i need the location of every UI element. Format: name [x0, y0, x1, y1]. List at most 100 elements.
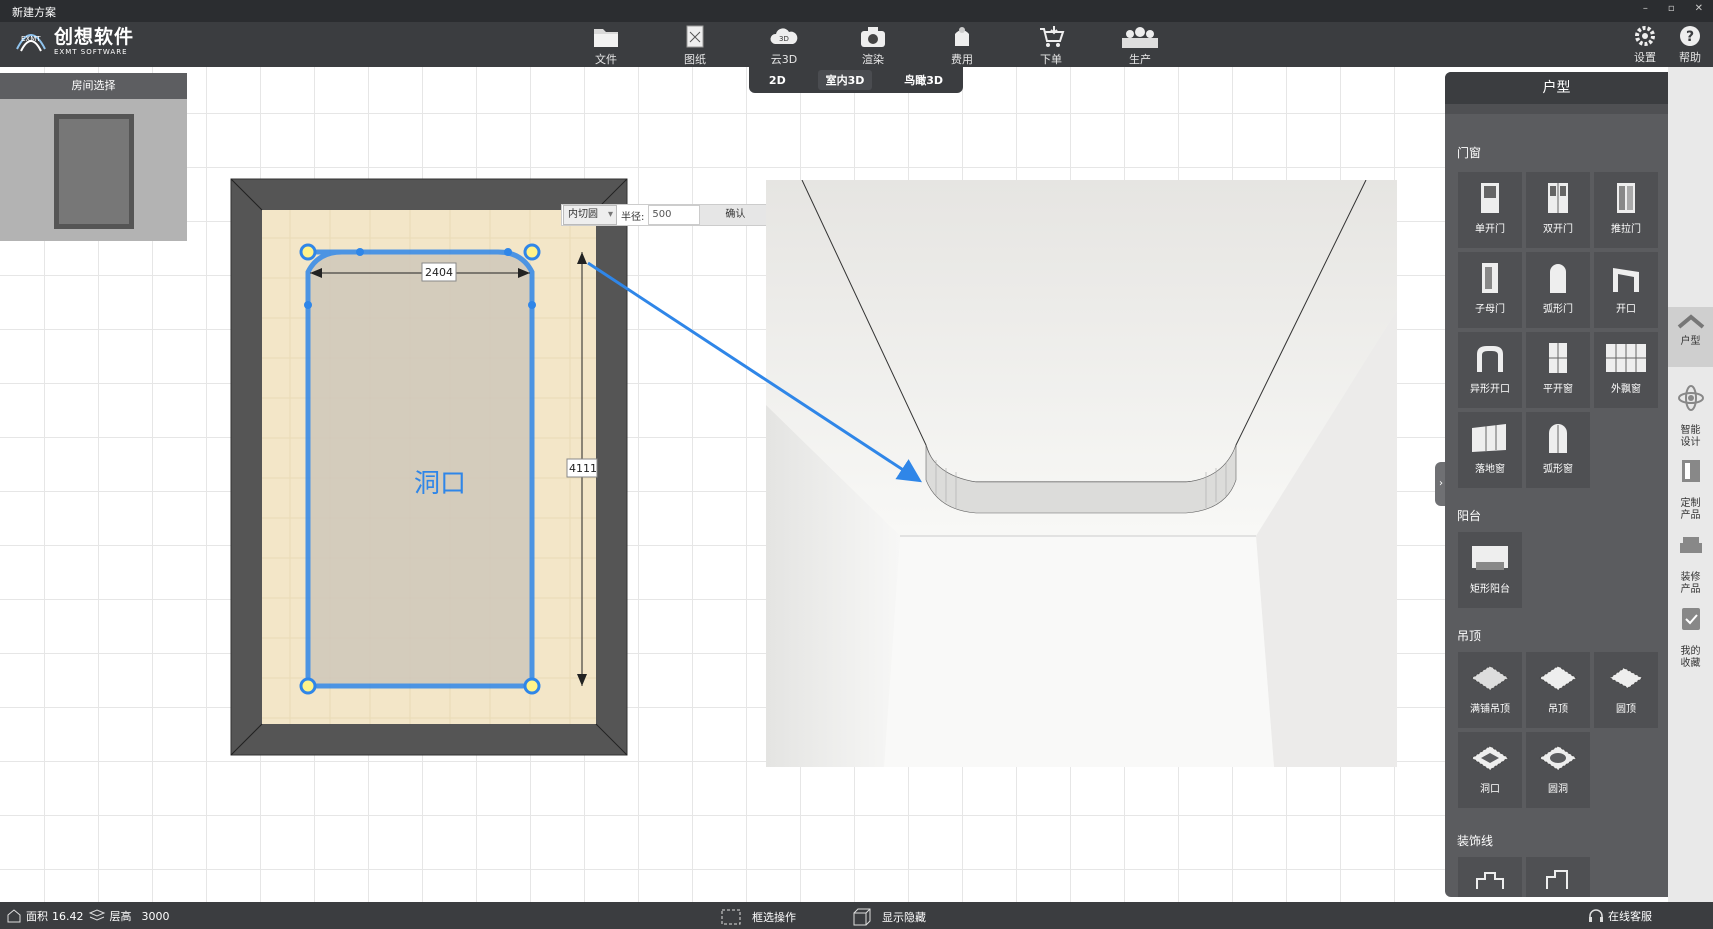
sidebar-item-favorites[interactable]: 我的 收藏 — [1668, 593, 1713, 670]
item-full-ceiling[interactable]: 满铺吊顶 — [1458, 652, 1522, 728]
title-bar: 新建方案 – ▫ ✕ — [0, 0, 1713, 22]
item-molding[interactable] — [1526, 857, 1590, 897]
edge-handle[interactable] — [304, 301, 312, 309]
item-rect-balcony[interactable]: 矩形阳台 — [1458, 532, 1522, 608]
molding-icon — [1476, 872, 1504, 889]
corner-handle[interactable] — [523, 677, 541, 695]
panel-title: 户型 — [1445, 72, 1668, 104]
item-bay-window[interactable]: 外飘窗 — [1594, 332, 1658, 408]
edge-handle[interactable] — [356, 248, 364, 256]
shaped-opening-icon — [1477, 346, 1503, 372]
corner-handle[interactable] — [299, 243, 317, 261]
section-balcony: 阳台 — [1457, 509, 1482, 523]
toolbar-produce-button[interactable]: 生产 — [1112, 24, 1168, 67]
sidebar-item-floorplan[interactable]: 户型 — [1668, 307, 1713, 367]
corner-shape-value: 内切圆 — [568, 209, 598, 220]
toolbar-label: 生产 — [1129, 53, 1151, 66]
box-select-label: 框选操作 — [752, 911, 796, 924]
opening-icon — [1613, 268, 1639, 292]
chevron-down-icon: ▾ — [607, 209, 613, 220]
interior-3d-view[interactable] — [766, 180, 1397, 767]
minimize-button[interactable]: – — [1643, 3, 1648, 14]
casement-window-icon — [1549, 343, 1567, 373]
catalog-panel: 户型 门窗 单开门 双开门 推拉门 子母门 弧形门 开口 异形开口 平开窗 外飘… — [1445, 72, 1668, 897]
online-support-button[interactable]: 在线客服 — [1588, 908, 1652, 924]
show-hide-button[interactable]: 显示隐藏 — [850, 908, 926, 926]
item-arch-window[interactable]: 弧形窗 — [1526, 412, 1590, 488]
floor-plan[interactable]: 2404 4111 洞口 — [230, 178, 636, 760]
ceiling-icon — [1539, 665, 1577, 691]
sidebar-item-custom-products[interactable]: 定制 产品 — [1668, 445, 1713, 522]
item-shaped-opening[interactable]: 异形开口 — [1458, 332, 1522, 408]
layers-icon — [88, 909, 105, 921]
maximize-button[interactable]: ▫ — [1668, 3, 1675, 14]
item-single-door[interactable]: 单开门 — [1458, 172, 1522, 248]
money-icon — [955, 27, 969, 46]
toolbar-file-button[interactable]: 文件 — [578, 24, 634, 67]
toolbar-label: 下单 — [1040, 53, 1062, 66]
item-opening[interactable]: 开口 — [1594, 252, 1658, 328]
toolbar-label: 文件 — [595, 53, 617, 66]
cabinet-icon — [1681, 460, 1700, 482]
close-button[interactable]: ✕ — [1695, 3, 1703, 14]
sofa-icon — [1679, 537, 1702, 553]
item-mother-son-door[interactable]: 子母门 — [1458, 252, 1522, 328]
corner-shape-select[interactable]: 内切圆 ▾ — [563, 205, 617, 225]
corner-tool-popup: 内切圆 ▾ 半径: 500 确认 — [561, 204, 772, 226]
sidebar-item-decor-products[interactable]: 装修 产品 — [1668, 519, 1713, 596]
logo-text: 创想软件 — [54, 26, 135, 48]
help-button[interactable]: ? 帮助 — [1662, 24, 1713, 65]
item-ceiling[interactable]: 吊顶 — [1526, 652, 1590, 728]
section-molding: 装饰线 — [1457, 834, 1494, 848]
toolbar-order-button[interactable]: 下单 — [1023, 24, 1079, 67]
item-round-opening[interactable]: 圆洞 — [1526, 732, 1590, 808]
arch-door-icon — [1550, 264, 1566, 293]
item-sliding-door[interactable]: 推拉门 — [1594, 172, 1658, 248]
item-ceiling-opening[interactable]: 洞口 — [1458, 732, 1522, 808]
height-label: 层高 — [109, 910, 132, 923]
room-thumbnail[interactable] — [54, 114, 134, 229]
svg-text:3D: 3D — [779, 35, 789, 43]
help-label: 帮助 — [1679, 51, 1701, 64]
area-label: 面积 — [26, 910, 48, 923]
room-selector: 房间选择 — [0, 73, 187, 241]
edge-handle[interactable] — [528, 301, 536, 309]
tab-aerial-3d[interactable]: 鸟瞰3D — [896, 70, 951, 90]
house-icon — [1677, 314, 1704, 329]
box-select-button[interactable]: 框选操作 — [720, 908, 796, 926]
box-select-icon — [721, 909, 741, 925]
item-casement-window[interactable]: 平开窗 — [1526, 332, 1590, 408]
gear-icon — [1635, 26, 1655, 46]
toolbar-cost-button[interactable]: 费用 — [934, 24, 990, 67]
main-toolbar: EXMT 创想软件 EXMT SOFTWARE 文件 图纸 3D 云3D 渲染 费… — [0, 22, 1713, 67]
edge-handle[interactable] — [504, 248, 512, 256]
settings-label: 设置 — [1634, 51, 1656, 64]
round-opening-icon — [1539, 745, 1577, 771]
logo-icon: EXMT — [16, 34, 46, 52]
item-molding[interactable] — [1458, 857, 1522, 897]
sidebar-item-smart-design[interactable]: 智能 设计 — [1668, 372, 1713, 449]
bay-window-icon — [1606, 344, 1646, 372]
help-icon: ? — [1680, 26, 1700, 46]
double-door-icon — [1548, 183, 1568, 213]
favorites-icon — [1681, 608, 1700, 630]
confirm-button[interactable]: 确认 — [700, 205, 771, 225]
right-sidebar: 户型 智能 设计 定制 产品 装修 产品 我的 收藏 — [1668, 67, 1713, 902]
corner-handle[interactable] — [299, 677, 317, 695]
tab-interior-3d[interactable]: 室内3D — [817, 70, 873, 90]
item-arch-door[interactable]: 弧形门 — [1526, 252, 1590, 328]
radius-input[interactable]: 500 — [648, 205, 701, 225]
toolbar-drawing-button[interactable]: 图纸 — [667, 24, 723, 67]
corner-handle[interactable] — [523, 243, 541, 261]
item-double-door[interactable]: 双开门 — [1526, 172, 1590, 248]
tab-2d[interactable]: 2D — [761, 72, 794, 89]
height-dimension: 4111 — [569, 462, 597, 475]
item-floor-window[interactable]: 落地窗 — [1458, 412, 1522, 488]
toolbar-render-button[interactable]: 渲染 — [845, 24, 901, 67]
toolbar-cloud3d-button[interactable]: 3D 云3D — [756, 24, 812, 67]
factory-icon — [1122, 27, 1158, 48]
headset-icon — [1589, 909, 1603, 922]
item-dome-ceiling[interactable]: 圆顶 — [1594, 652, 1658, 728]
room-selector-title: 房间选择 — [0, 73, 187, 99]
svg-text:?: ? — [1686, 29, 1694, 45]
